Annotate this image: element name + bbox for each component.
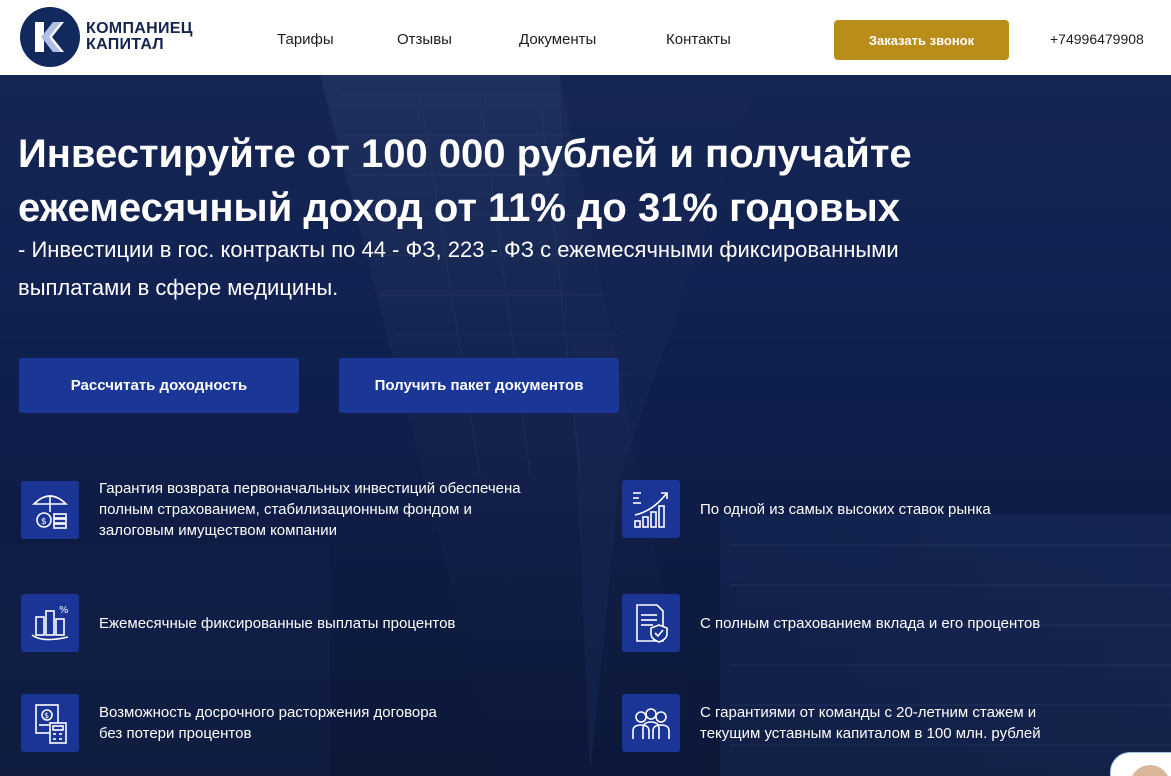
percent-building-icon: % <box>21 594 79 652</box>
hero-section: Инвестируйте от 100 000 рублей и получай… <box>0 75 1171 776</box>
logo-mark <box>20 7 80 67</box>
feature-team: С гарантиями от команды с 20-летним стаж… <box>622 694 1041 752</box>
feature-rates: По одной из самых высоких ставок рынка <box>622 480 991 538</box>
feature-text: С гарантиями от команды с 20-летним стаж… <box>700 702 1041 744</box>
calculate-yield-button[interactable]: Рассчитать доходность <box>19 358 299 413</box>
logo[interactable]: КОМПАНИЕЦ КАПИТАЛ <box>20 6 200 68</box>
nav-contacts[interactable]: Контакты <box>666 31 731 48</box>
feature-line: залоговым имуществом компании <box>99 522 337 539</box>
feature-line: Гарантия возврата первоначальных инвести… <box>99 480 521 497</box>
nav-documents[interactable]: Документы <box>519 31 596 48</box>
site-header: КОМПАНИЕЦ КАПИТАЛ Тарифы Отзывы Документ… <box>0 0 1171 75</box>
feature-line: текущим уставным капиталом в 100 млн. ру… <box>700 725 1041 742</box>
feature-line: С гарантиями от команды с 20-летним стаж… <box>700 704 1037 721</box>
logo-text: КОМПАНИЕЦ КАПИТАЛ <box>86 21 193 53</box>
umbrella-money-icon: $ <box>21 480 79 539</box>
nav-tariffs[interactable]: Тарифы <box>277 31 334 48</box>
team-icon <box>622 694 680 752</box>
get-documents-button[interactable]: Получить пакет документов <box>339 358 619 413</box>
hero-title: Инвестируйте от 100 000 рублей и получай… <box>18 127 1018 235</box>
feature-text: Гарантия возврата первоначальных инвести… <box>99 478 521 541</box>
hero-title-line2: ежемесячный доход от 11% до 31% годовых <box>18 186 900 230</box>
feature-insurance: С полным страхованием вклада и его проце… <box>622 594 1040 652</box>
feature-guarantee: $ Гарантия возврата первоначальных инвес… <box>21 478 521 541</box>
feature-text: Ежемесячные фиксированные выплаты процен… <box>99 614 456 632</box>
hero-subtitle: - Инвестиции в гос. контракты по 44 - ФЗ… <box>18 231 1018 307</box>
feature-line: без потери процентов <box>99 725 252 742</box>
feature-monthly-payments: % Ежемесячные фиксированные выплаты проц… <box>21 594 455 652</box>
nav-reviews[interactable]: Отзывы <box>397 31 452 48</box>
growth-chart-icon <box>622 480 680 538</box>
hero-title-line1: Инвестируйте от 100 000 рублей и получай… <box>18 132 912 176</box>
feature-text: По одной из самых высоких ставок рынка <box>700 500 991 518</box>
insured-document-icon <box>622 594 680 652</box>
svg-text:%: % <box>59 605 69 616</box>
feature-line: полным страхованием, стабилизационным фо… <box>99 501 472 518</box>
feature-early-termination: $ Возможность досрочного расторжения дог… <box>21 694 437 752</box>
calculator-document-icon: $ <box>21 694 79 752</box>
feature-line: Возможность досрочного расторжения догов… <box>99 704 437 721</box>
svg-text:$: $ <box>41 517 47 527</box>
order-call-button[interactable]: Заказать звонок <box>834 20 1009 60</box>
feature-text: Возможность досрочного расторжения догов… <box>99 702 437 744</box>
hero-subtitle-line2: выплатами в сфере медицины. <box>18 275 339 300</box>
feature-text: С полным страхованием вклада и его проце… <box>700 614 1041 632</box>
hero-subtitle-line1: - Инвестиции в гос. контракты по 44 - ФЗ… <box>18 237 899 262</box>
logo-line2: КАПИТАЛ <box>86 36 164 53</box>
phone-number[interactable]: +74996479908 <box>1050 31 1144 47</box>
logo-line1: КОМПАНИЕЦ <box>86 20 193 37</box>
svg-text:$: $ <box>44 711 49 720</box>
